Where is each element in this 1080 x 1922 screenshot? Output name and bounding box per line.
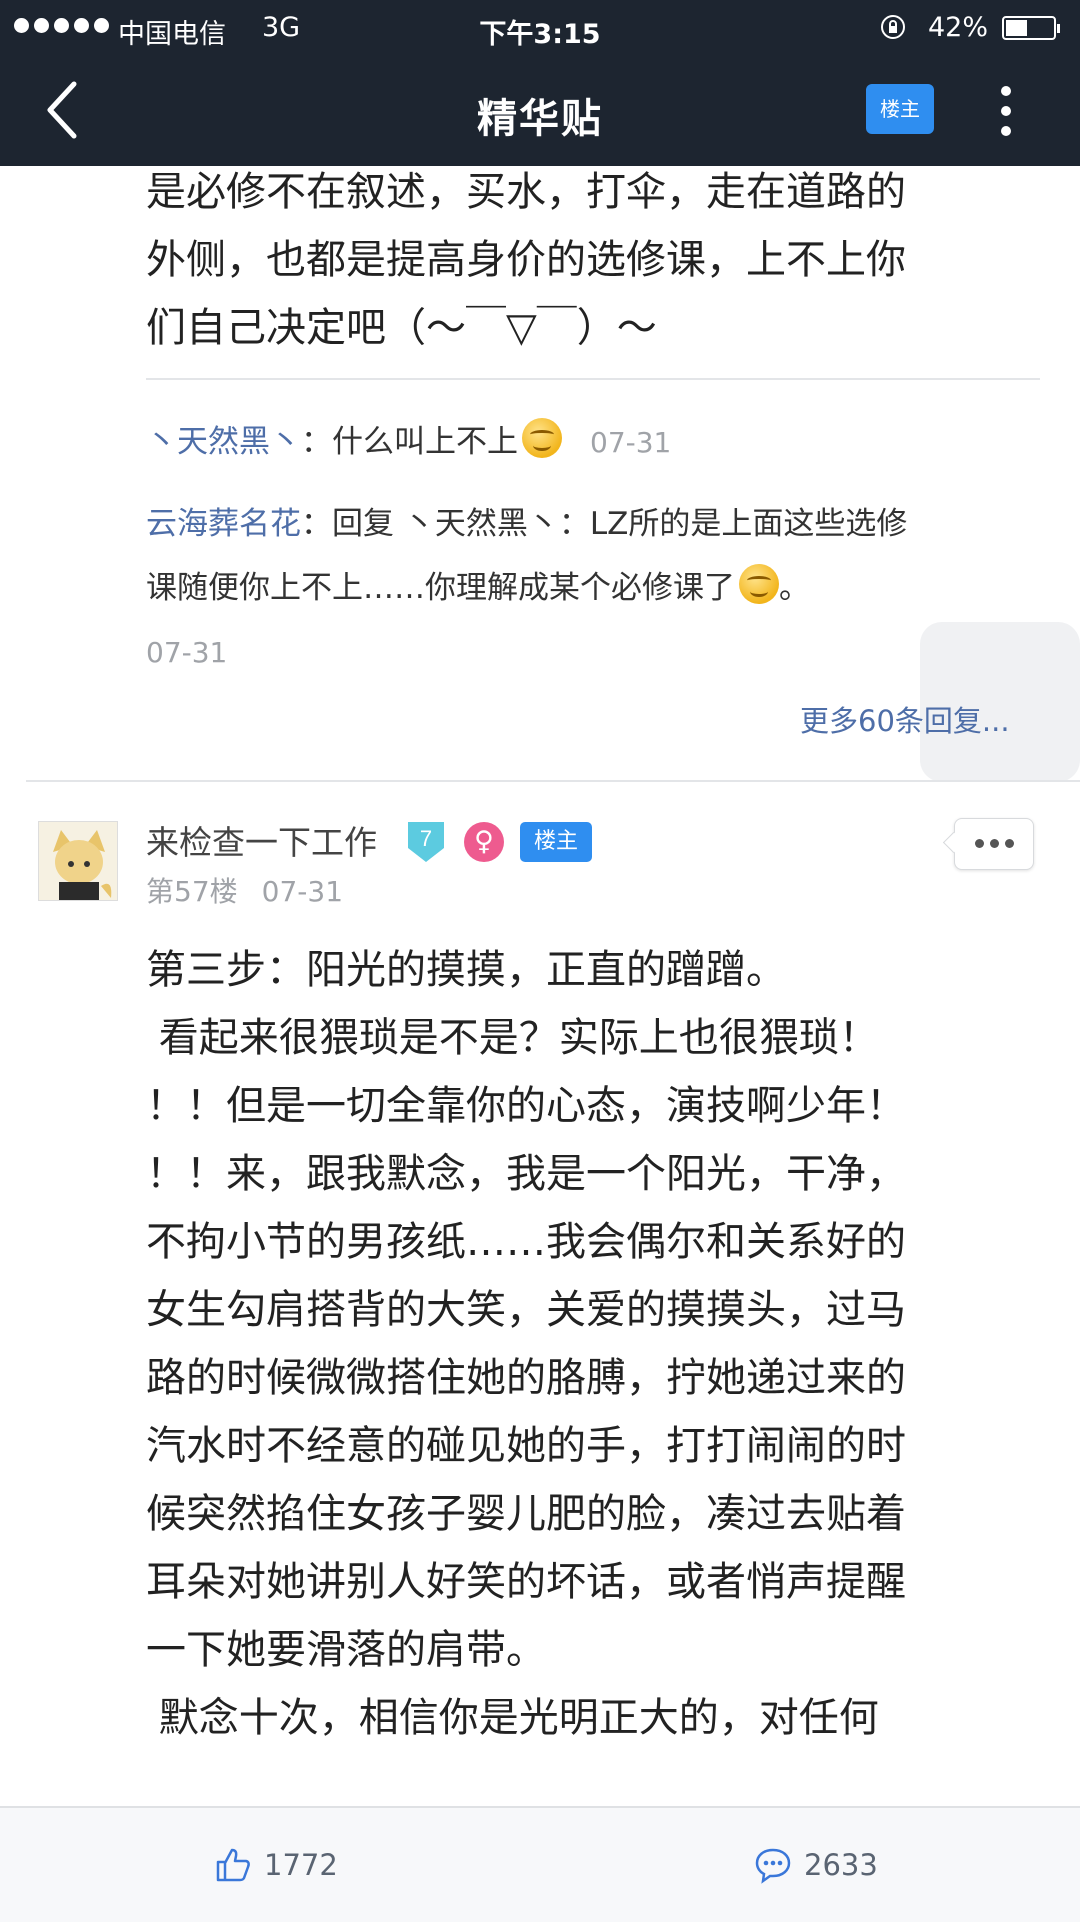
like-button[interactable]: 1772	[214, 1846, 338, 1884]
more-menu-button[interactable]	[996, 86, 1016, 138]
text-line: 外侧，也都是提高身价的选修课，上不上你	[146, 237, 906, 283]
battery-icon	[1002, 16, 1060, 40]
comment-bubble-icon	[755, 1848, 791, 1884]
text-line: 默念十次，相信你是光明正大的，对任何	[146, 1695, 879, 1741]
bottom-action-bar: 1772 2633	[0, 1806, 1080, 1922]
post-meta: 第57楼 07-31	[146, 870, 343, 910]
nav-bar: 精华贴 楼主	[0, 56, 1080, 166]
post-body: 第三步：阳光的摸摸，正直的蹭蹭。 看起来很猥琐是不是？实际上也很猥琐！ ！！但是…	[146, 936, 1046, 1752]
text-line: 第三步：阳光的摸摸，正直的蹭蹭。	[146, 947, 786, 993]
avatar[interactable]	[38, 821, 118, 901]
reply-author[interactable]: 云海葬名花	[146, 506, 301, 542]
text-line: 一下她要滑落的肩带。	[146, 1627, 546, 1673]
post-author[interactable]: 来检查一下工作	[146, 816, 377, 864]
top-bar: 中国电信 3G 下午3:15 42% 精华贴 楼主	[0, 0, 1080, 166]
floor-number: 第57楼	[146, 875, 238, 908]
text-line: 是必修不在叙述，买水，打伞，走在道路的	[146, 169, 906, 215]
rotation-lock-icon	[881, 15, 905, 39]
post-options-button[interactable]	[954, 818, 1034, 870]
smile-emoji-icon	[522, 418, 562, 458]
reply-text: 课随便你上不上……你理解成某个必修课了	[146, 570, 735, 606]
text-line: 汽水时不经意的碰见她的手，打打闹闹的时	[146, 1423, 906, 1469]
reply-text: 回复 丶天然黑丶：LZ所的是上面这些选修	[332, 506, 908, 542]
thread-content: 是必修不在叙述，买水，打伞，走在道路的 外侧，也都是提高身价的选修课，上不上你 …	[0, 166, 1080, 1806]
text-line: 不拘小节的男孩纸……我会偶尔和关系好的	[146, 1219, 906, 1265]
svg-text:7: 7	[420, 826, 432, 851]
text-line: 路的时候微微搭住她的胳膊，拧她递过来的	[146, 1355, 906, 1401]
more-replies-link[interactable]: 更多60条回复...	[800, 698, 1010, 740]
reply-date: 07-31	[146, 636, 228, 669]
text-line: 看起来很猥琐是不是？实际上也很猥琐！	[146, 1015, 879, 1061]
op-badge: 楼主	[520, 822, 592, 862]
status-bar: 中国电信 3G 下午3:15 42%	[0, 0, 1080, 56]
divider	[146, 378, 1040, 380]
thumbs-up-icon	[216, 1848, 250, 1882]
smile-emoji-icon	[739, 564, 779, 604]
reply-item[interactable]: 云海葬名花：回复 丶天然黑丶：LZ所的是上面这些选修 课随便你上不上……你理解成…	[146, 492, 1026, 685]
reply-item[interactable]: 丶天然黑丶：什么叫上不上 07-31	[146, 410, 1026, 475]
divider	[26, 780, 1080, 782]
reply-text: 什么叫上不上	[332, 424, 518, 460]
reply-author[interactable]: 丶天然黑丶	[146, 424, 301, 460]
reply-date: 07-31	[590, 426, 672, 459]
like-count: 1772	[264, 1848, 338, 1882]
comment-count: 2633	[804, 1848, 878, 1882]
text-line: ！！但是一切全靠你的心态，演技啊少年！	[146, 1083, 906, 1129]
status-time: 下午3:15	[479, 19, 601, 50]
only-op-button[interactable]: 楼主	[866, 84, 934, 134]
text-line: 候突然掐住女孩子婴儿肥的脸，凑过去贴着	[146, 1491, 906, 1537]
female-gender-icon: ♀	[464, 822, 504, 862]
level-badge: 7	[408, 822, 444, 862]
post-date: 07-31	[261, 875, 344, 908]
battery-percent: 42%	[928, 12, 989, 43]
previous-post-text: 是必修不在叙述，买水，打伞，走在道路的 外侧，也都是提高身价的选修课，上不上你 …	[146, 166, 1046, 362]
text-line: ！！来，跟我默念，我是一个阳光，干净，	[146, 1151, 906, 1197]
text-line: 耳朵对她讲别人好笑的坏话，或者悄声提醒	[146, 1559, 906, 1605]
text-line: 们自己决定吧（～￣▽￣）～	[146, 305, 657, 351]
text-line: 女生勾肩搭背的大笑，关爱的摸摸头，过马	[146, 1287, 906, 1333]
comment-button[interactable]: 2633	[754, 1846, 878, 1884]
